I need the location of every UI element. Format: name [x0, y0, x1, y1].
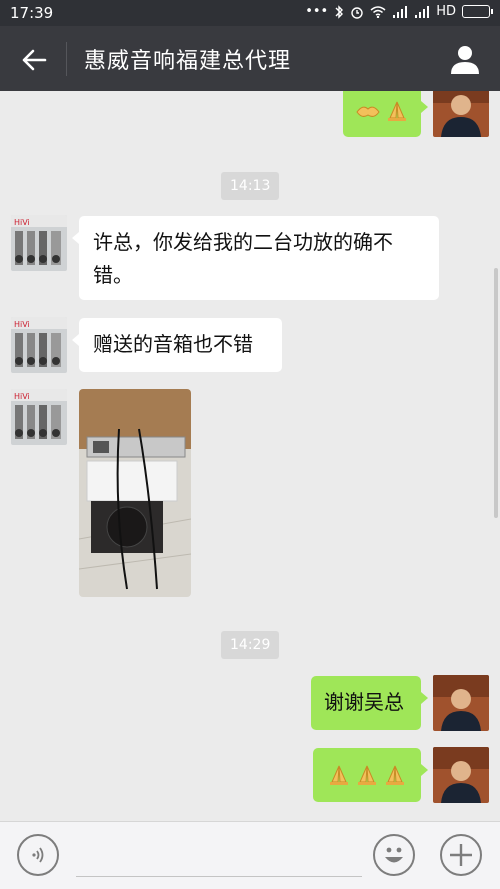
arrow-left-icon	[22, 49, 47, 71]
network-type: HD	[436, 4, 456, 19]
image-message[interactable]	[79, 389, 191, 597]
emoji-button[interactable]	[373, 834, 415, 876]
bluetooth-icon	[335, 4, 344, 19]
chat-info-button[interactable]	[444, 38, 486, 80]
message-input[interactable]	[76, 876, 362, 877]
message-bubble-outgoing[interactable]: 谢谢吴总	[311, 676, 428, 730]
status-bar: 17:39 ••• HD	[0, 0, 500, 26]
plus-icon	[450, 844, 472, 866]
avatar-self[interactable]	[433, 747, 489, 803]
avatar-photo: HiVi	[11, 389, 67, 445]
voice-toggle-button[interactable]	[17, 834, 59, 876]
avatar-photo	[433, 91, 489, 137]
svg-text:HiVi: HiVi	[14, 392, 30, 401]
praying-hands-emoji-icon	[386, 765, 404, 785]
timestamp: 14:29	[221, 631, 280, 659]
message-text: 许总，你发给我的二台功放的确不错。	[93, 230, 393, 287]
avatar-self[interactable]	[433, 91, 489, 137]
svg-text:HiVi: HiVi	[14, 320, 30, 329]
avatar-contact[interactable]: HiVi	[11, 317, 67, 373]
avatar-self[interactable]	[433, 675, 489, 731]
status-time: 17:39	[10, 4, 54, 22]
emoji-group	[313, 748, 421, 802]
smiley-icon	[385, 847, 403, 863]
status-icons: ••• HD	[305, 4, 493, 19]
message-text: 谢谢吴总	[324, 690, 404, 714]
svg-text:HiVi: HiVi	[14, 218, 30, 227]
avatar-contact[interactable]: HiVi	[11, 389, 67, 445]
message-bubble-outgoing[interactable]	[313, 748, 428, 802]
emoji-group	[343, 91, 421, 137]
handshake-emoji-icon	[356, 106, 380, 117]
input-bar	[0, 821, 500, 889]
praying-hands-emoji-icon	[330, 765, 348, 785]
message-bubble-incoming[interactable]: 赠送的音箱也不错	[72, 318, 282, 372]
dots-icon: •••	[305, 4, 329, 19]
praying-hands-emoji-icon	[358, 765, 376, 785]
more-actions-button[interactable]	[440, 834, 482, 876]
message-text: 赠送的音箱也不错	[93, 332, 253, 356]
timestamp: 14:13	[221, 172, 280, 200]
voice-icon	[32, 847, 44, 863]
avatar-photo: HiVi	[11, 317, 67, 373]
chat-title: 惠威音响福建总代理	[84, 49, 292, 74]
message-bubble-outgoing[interactable]	[343, 91, 428, 137]
back-button[interactable]	[14, 40, 54, 80]
message-bubble-incoming[interactable]: 许总，你发给我的二台功放的确不错。	[72, 216, 439, 300]
battery-icon	[462, 5, 493, 18]
avatar-photo	[433, 747, 489, 803]
alarm-icon	[351, 6, 363, 19]
header-divider	[66, 42, 67, 76]
amplifier-photo	[79, 389, 191, 597]
scrollbar[interactable]	[494, 268, 498, 518]
avatar-contact[interactable]: HiVi	[11, 215, 67, 271]
avatar-photo	[433, 675, 489, 731]
signal-icon	[415, 5, 430, 18]
message-list[interactable]: 14:13 HiVi 许总，你发给我的二台功放的确不错。 HiVi 赠送的音箱也…	[0, 91, 500, 821]
chat-header: 惠威音响福建总代理	[0, 26, 500, 91]
signal-icon	[393, 5, 408, 18]
wifi-icon	[370, 5, 386, 18]
user-icon	[451, 46, 479, 74]
avatar-photo: HiVi	[11, 215, 67, 271]
praying-hands-emoji-icon	[388, 101, 406, 121]
